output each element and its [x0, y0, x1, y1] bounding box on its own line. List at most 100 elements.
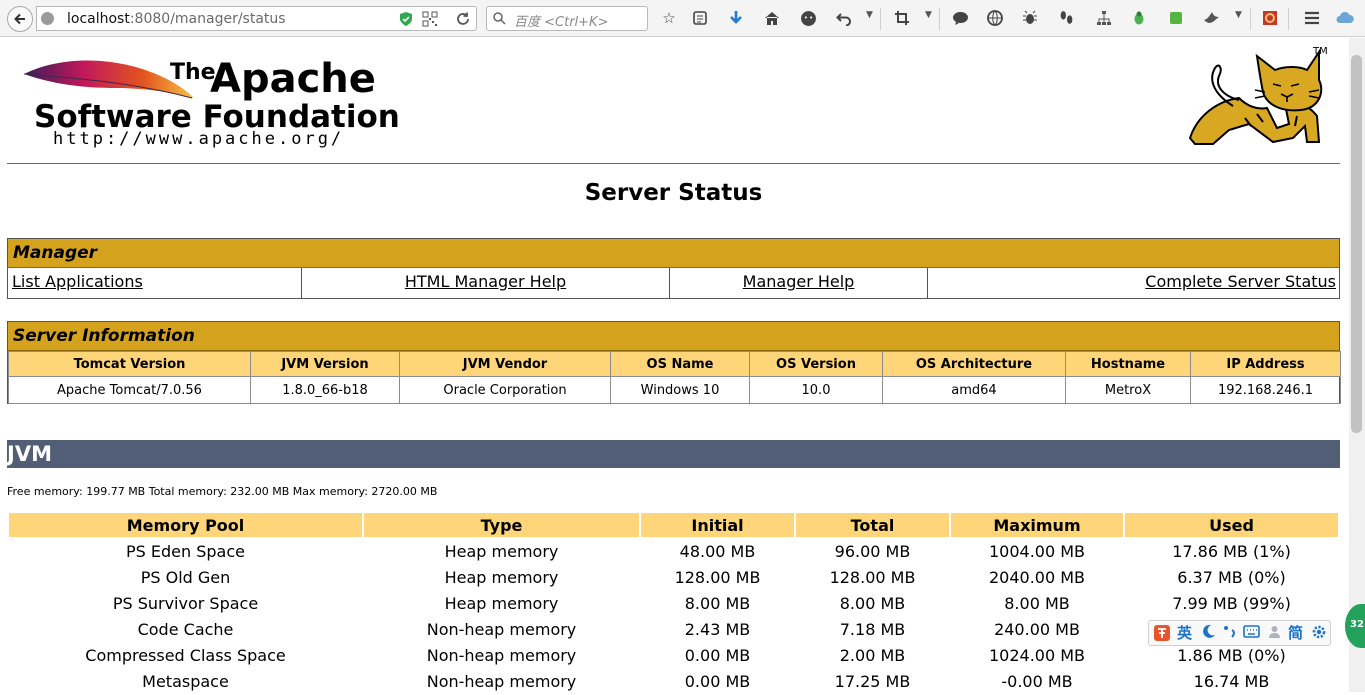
initial-cell: 128.00 MB	[674, 567, 761, 587]
html-manager-help-link[interactable]: HTML Manager Help	[405, 272, 566, 291]
toolbar-separator	[1288, 8, 1289, 30]
total-cell: 96.00 MB	[834, 541, 911, 561]
search-bar[interactable]: 百度 <Ctrl+K>	[486, 6, 648, 31]
undo-icon[interactable]	[835, 9, 853, 27]
menu-icon[interactable]	[1303, 9, 1321, 27]
manager-help-link[interactable]: Manager Help	[743, 272, 855, 291]
page-title: Server Status	[584, 180, 763, 206]
column-header: IP Address	[1190, 351, 1341, 377]
undo-dropdown-icon[interactable]: ▼	[866, 10, 873, 20]
toolbar-separator	[1250, 8, 1251, 30]
complete-server-status-link[interactable]: Complete Server Status	[1145, 272, 1336, 291]
ime-logo-icon[interactable]	[1153, 624, 1171, 646]
memory-pool-table: Memory Pool Type Initial Total Maximum U…	[7, 511, 1340, 695]
total-cell: 2.00 MB	[839, 645, 906, 665]
green-bug-icon[interactable]	[1130, 9, 1148, 27]
ime-settings-icon[interactable]	[1311, 624, 1327, 644]
browser-toolbar: localhost:8080/manager/status 百度 <Ctrl+K…	[0, 0, 1365, 37]
type-cell: Heap memory	[444, 567, 559, 587]
home-icon[interactable]	[763, 9, 781, 27]
apache-logo[interactable]: The Apache Software Foundation http://ww…	[22, 52, 402, 152]
hostname-value: MetroX	[1065, 376, 1191, 404]
column-header: Total	[796, 513, 949, 537]
column-header: Tomcat Version	[8, 351, 251, 377]
addon-icon[interactable]	[1261, 9, 1279, 27]
reload-icon[interactable]	[455, 11, 471, 27]
jvm-version-value: 1.8.0_66-b18	[250, 376, 400, 404]
floating-badge[interactable]: 32	[1345, 604, 1365, 648]
tomcat-version-value: Apache Tomcat/7.0.56	[8, 376, 251, 404]
logo-the-text: The	[170, 60, 216, 85]
footprints-icon[interactable]	[1057, 9, 1075, 27]
manager-section: Manager List Applications HTML Manager H…	[7, 238, 1340, 299]
server-information-table: Tomcat Version JVM Version JVM Vendor OS…	[8, 351, 1341, 404]
memory-pool-cell: PS Survivor Space	[112, 593, 259, 613]
ime-simplified-toggle[interactable]: 简	[1288, 624, 1303, 642]
scrollbar-thumb[interactable]	[1351, 55, 1362, 433]
overflow-dropdown-icon[interactable]: ▼	[1235, 10, 1242, 20]
cloud-icon[interactable]	[1336, 9, 1354, 27]
site-info-icon[interactable]	[41, 12, 54, 25]
column-header: OS Version	[749, 351, 883, 377]
complete-server-status-cell: Complete Server Status	[928, 268, 1339, 298]
list-applications-link[interactable]: List Applications	[12, 272, 143, 291]
maximum-cell: 8.00 MB	[1004, 593, 1070, 613]
tomcat-cat-icon	[1188, 48, 1323, 145]
memory-pool-cell: Compressed Class Space	[85, 645, 286, 665]
jvm-vendor-value: Oracle Corporation	[399, 376, 611, 404]
jvm-heading: JVM	[7, 440, 1340, 468]
maximum-cell: 2040.00 MB	[988, 567, 1086, 587]
table-row: Compressed Class Space Non-heap memory 0…	[9, 643, 1338, 667]
reading-list-icon[interactable]	[691, 9, 709, 27]
total-cell: 7.18 MB	[839, 619, 906, 639]
ime-english-toggle[interactable]: 英	[1177, 624, 1192, 642]
used-cell: 17.86 MB (1%)	[1172, 541, 1291, 561]
html-manager-help-cell: HTML Manager Help	[302, 268, 670, 298]
back-button[interactable]	[7, 6, 33, 32]
type-cell: Non-heap memory	[426, 619, 577, 639]
used-cell: 1.86 MB (0%)	[1177, 645, 1286, 665]
sitemap-icon[interactable]	[1095, 9, 1113, 27]
shield-icon[interactable]	[399, 11, 413, 27]
download-icon[interactable]	[727, 9, 745, 27]
server-information-header-row: Tomcat Version JVM Version JVM Vendor OS…	[8, 351, 1341, 377]
column-header: Used	[1125, 513, 1338, 537]
initial-cell: 0.00 MB	[684, 671, 751, 691]
column-header: Initial	[641, 513, 794, 537]
qr-code-icon[interactable]	[422, 11, 438, 27]
url-text[interactable]: localhost:8080/manager/status	[67, 11, 286, 27]
table-row: PS Survivor Space Heap memory 8.00 MB 8.…	[9, 591, 1338, 615]
ime-toolbar[interactable]: 英 简	[1148, 620, 1331, 646]
green-square-icon[interactable]	[1167, 9, 1185, 27]
memory-pool-cell: PS Old Gen	[140, 567, 231, 587]
toolbar-separator	[880, 8, 881, 30]
ime-keyboard-icon[interactable]	[1243, 624, 1260, 643]
os-name-value: Windows 10	[610, 376, 750, 404]
crop-icon[interactable]	[893, 9, 911, 27]
used-cell: 16.74 MB	[1193, 671, 1270, 691]
bug-icon[interactable]	[1021, 9, 1039, 27]
ime-user-icon[interactable]	[1267, 624, 1282, 643]
tomcat-logo[interactable]: TM	[1187, 46, 1331, 146]
toolbar-separator	[939, 8, 940, 30]
manager-help-cell: Manager Help	[670, 268, 928, 298]
chat-icon[interactable]	[799, 9, 817, 27]
used-cell: 7.99 MB (99%)	[1172, 593, 1291, 613]
manager-links: List Applications HTML Manager Help Mana…	[8, 268, 1339, 298]
column-header: JVM Version	[250, 351, 400, 377]
initial-cell: 48.00 MB	[679, 541, 756, 561]
used-cell: 6.37 MB (0%)	[1177, 567, 1286, 587]
bookmark-star-icon[interactable]: ☆	[660, 9, 678, 27]
bird-icon[interactable]	[1202, 9, 1220, 27]
column-header: Hostname	[1065, 351, 1191, 377]
column-header: Maximum	[951, 513, 1123, 537]
globe-icon[interactable]	[986, 9, 1004, 27]
address-bar[interactable]: localhost:8080/manager/status	[36, 6, 477, 31]
crop-dropdown-icon[interactable]: ▼	[925, 10, 932, 20]
ime-punctuation-icon[interactable]	[1223, 624, 1237, 643]
initial-cell: 8.00 MB	[684, 593, 751, 613]
type-cell: Heap memory	[444, 593, 559, 613]
header-divider	[7, 163, 1340, 164]
ime-moon-icon[interactable]	[1201, 624, 1216, 643]
speech-bubble-icon[interactable]	[951, 9, 969, 27]
